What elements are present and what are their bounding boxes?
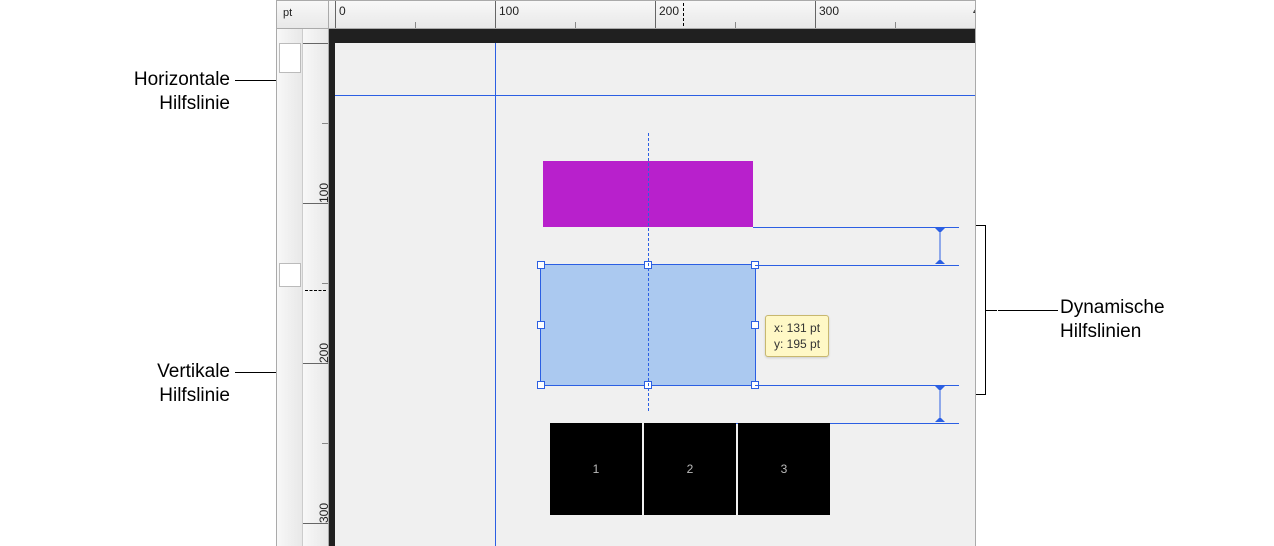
annotation-bracket-mid	[985, 310, 997, 311]
dynamic-guide-vertical	[648, 133, 649, 411]
annotation-vertical-guide: Vertikale Hilfslinie	[80, 360, 230, 408]
horizontal-guide[interactable]	[335, 95, 975, 96]
box-label: 3	[781, 462, 788, 476]
ruler-strip	[277, 29, 303, 546]
ruler-tick-minor	[895, 22, 896, 28]
selection-handle[interactable]	[751, 321, 759, 329]
ruler-tick	[303, 43, 328, 44]
vertical-ruler[interactable]: 100 200 300	[277, 29, 329, 546]
canvas[interactable]: 1 2 3 x: 131 pt y: 195 pt	[329, 29, 975, 546]
selection-handle[interactable]	[537, 261, 545, 269]
unit-label: pt	[283, 7, 292, 19]
shape-box-2[interactable]: 2	[644, 423, 736, 515]
ruler-highlight	[279, 263, 301, 287]
distance-arrow	[935, 229, 945, 263]
shape-box-1[interactable]: 1	[550, 423, 642, 515]
annotation-text: Dynamische	[1060, 297, 1165, 318]
ruler-position-indicator	[683, 3, 684, 26]
ruler-tick-label: 200	[659, 4, 679, 18]
box-label: 2	[687, 462, 694, 476]
distance-arrow	[935, 387, 945, 421]
ruler-tick	[303, 523, 328, 524]
annotation-text: Hilfslinie	[159, 385, 230, 406]
horizontal-ruler[interactable]: 0 100 200 300 4	[329, 1, 975, 29]
ruler-tick	[655, 1, 656, 28]
vertical-guide[interactable]	[495, 43, 496, 546]
ruler-tick	[495, 1, 496, 28]
ruler-tick-minor	[322, 443, 328, 444]
selection-handle[interactable]	[537, 321, 545, 329]
ruler-position-indicator	[305, 290, 326, 291]
ruler-tick-label: 100	[499, 4, 519, 18]
ruler-tick-label: 0	[339, 4, 346, 18]
diagram-root: Horizontale Hilfslinie Vertikale Hilfsli…	[0, 0, 1274, 546]
annotation-text: Horizontale	[134, 69, 230, 90]
ruler-tick-minor	[735, 22, 736, 28]
annotation-text: Vertikale	[157, 361, 230, 382]
ruler-tick-minor	[322, 123, 328, 124]
ruler-tick	[815, 1, 816, 28]
ruler-highlight	[279, 43, 301, 73]
annotation-leader	[998, 310, 1058, 311]
ruler-tick-label: 4	[973, 4, 976, 18]
tooltip-line-x: x: 131 pt	[774, 320, 820, 336]
ruler-tick	[303, 363, 328, 364]
annotation-dynamic-guides: Dynamische Hilfslinien	[1060, 296, 1220, 344]
ruler-strip: 100 200 300	[303, 29, 329, 546]
selection-handle[interactable]	[537, 381, 545, 389]
box-label: 1	[593, 462, 600, 476]
dynamic-guide-horizontal	[755, 265, 959, 266]
tooltip-line-y: y: 195 pt	[774, 336, 820, 352]
annotation-text: Hilfslinien	[1060, 321, 1141, 342]
ruler-tick-minor	[322, 283, 328, 284]
dynamic-guide-horizontal	[755, 385, 959, 386]
shape-box-3[interactable]: 3	[738, 423, 830, 515]
coordinate-tooltip: x: 131 pt y: 195 pt	[765, 315, 829, 357]
ruler-tick	[335, 1, 336, 28]
ruler-corner-unit[interactable]: pt	[277, 1, 329, 29]
ruler-tick	[303, 203, 328, 204]
page[interactable]: 1 2 3 x: 131 pt y: 195 pt	[335, 43, 975, 546]
ruler-tick-label: 300	[819, 4, 839, 18]
editor-area: pt 0 100 200 300 4	[276, 0, 976, 546]
ruler-tick-minor	[575, 22, 576, 28]
annotation-bracket	[985, 225, 986, 395]
dynamic-guide-horizontal	[753, 227, 959, 228]
annotation-text: Hilfslinie	[159, 93, 230, 114]
ruler-tick-minor	[415, 22, 416, 28]
annotation-horizontal-guide: Horizontale Hilfslinie	[80, 68, 230, 116]
